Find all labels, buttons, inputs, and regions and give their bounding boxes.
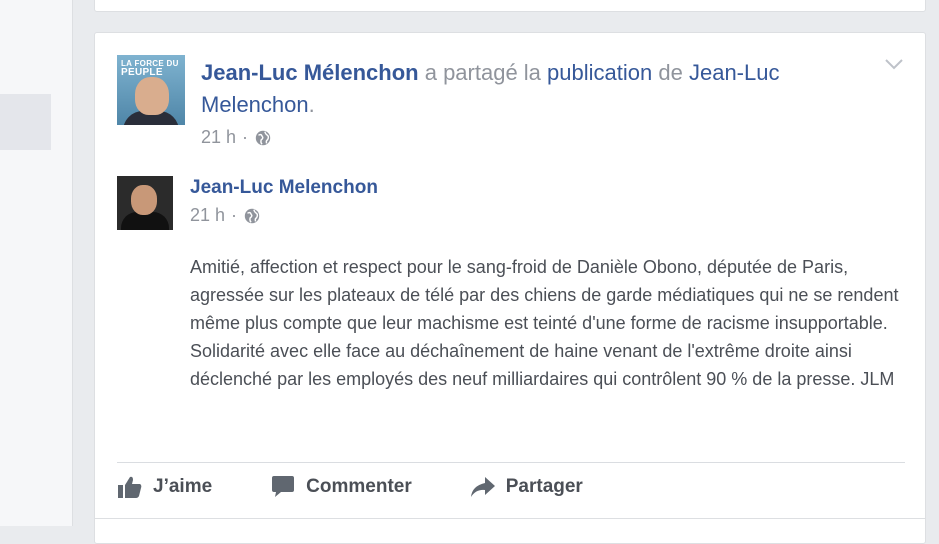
feed-post-card: LA FORCE DU PEUPLE Jean-Luc Mélenchon a … xyxy=(94,32,926,544)
period-text: . xyxy=(308,92,315,117)
post-body-text: Amitié, affection et respect pour le san… xyxy=(190,257,899,389)
actions-divider xyxy=(117,462,905,463)
comment-button[interactable]: Commenter xyxy=(270,475,412,499)
thumbs-up-icon xyxy=(118,476,142,498)
post-header: Jean-Luc Mélenchon a partagé la publicat… xyxy=(201,57,821,121)
comments-divider xyxy=(95,518,925,519)
original-author-avatar[interactable] xyxy=(117,176,173,230)
globe-icon[interactable] xyxy=(254,129,272,147)
original-author-name[interactable]: Jean-Luc Melenchon xyxy=(190,177,378,199)
globe-icon[interactable] xyxy=(243,207,261,225)
sharer-avatar[interactable]: LA FORCE DU PEUPLE xyxy=(117,55,185,125)
de-text: de xyxy=(658,60,683,85)
sidebar-nav-item[interactable] xyxy=(0,94,51,150)
publication-link[interactable]: publication xyxy=(547,60,652,85)
share-button[interactable]: Partager xyxy=(470,475,583,499)
shared-post-meta: 21 h · xyxy=(190,205,261,226)
like-label: J’aime xyxy=(153,476,213,497)
avatar-caption: LA FORCE DU PEUPLE xyxy=(121,59,179,78)
share-arrow-icon xyxy=(470,477,495,497)
shared-text: a partagé la xyxy=(424,60,541,85)
chevron-down-icon[interactable] xyxy=(884,57,904,71)
previous-post-card xyxy=(94,0,926,12)
like-button[interactable]: J’aime xyxy=(117,475,212,499)
meta-separator: · xyxy=(242,127,249,147)
shared-timestamp[interactable]: 21 h xyxy=(190,205,225,226)
post-actions-bar: J’aime Commenter Partager xyxy=(117,475,905,499)
comment-label: Commenter xyxy=(306,476,412,497)
post-meta: 21 h · xyxy=(201,127,272,148)
sharer-name-link[interactable]: Jean-Luc Mélenchon xyxy=(201,60,419,85)
comment-icon xyxy=(272,476,295,497)
post-timestamp[interactable]: 21 h xyxy=(201,127,236,148)
meta-separator: · xyxy=(231,205,238,225)
left-sidebar xyxy=(0,0,73,526)
share-label: Partager xyxy=(505,476,583,497)
